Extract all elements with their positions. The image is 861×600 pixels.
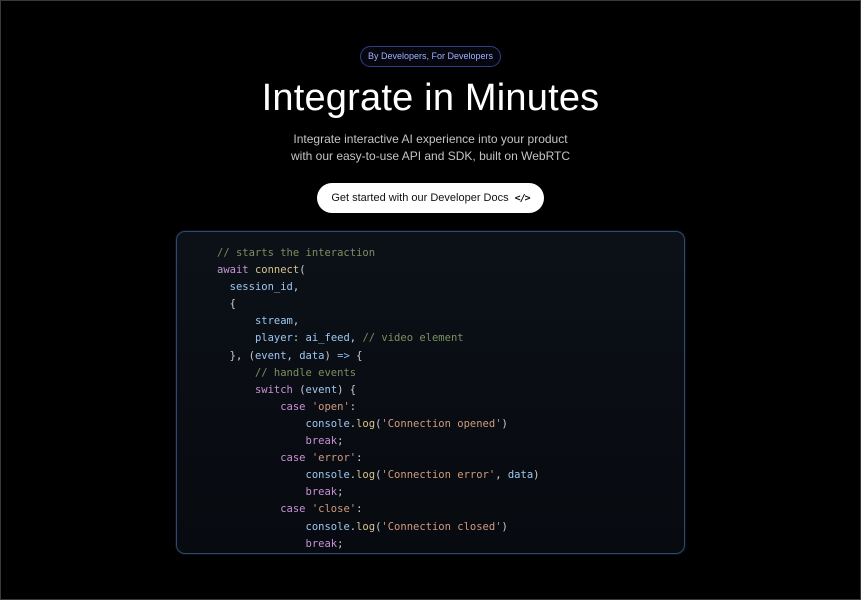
code-token-punc: }, ( bbox=[217, 349, 255, 362]
code-token-comment: // starts the interaction bbox=[217, 247, 376, 259]
code-token-fn: log bbox=[356, 520, 376, 533]
code-line: break; bbox=[217, 484, 539, 501]
code-token-var: data bbox=[299, 349, 325, 362]
code-token-var: ai_feed bbox=[305, 332, 350, 345]
code-token-punc: : bbox=[356, 503, 363, 516]
code-token-keyword: case bbox=[280, 400, 306, 413]
code-token-punc bbox=[217, 435, 306, 447]
code-token-str: 'Connection error' bbox=[381, 469, 496, 482]
code-token-var: console bbox=[305, 469, 350, 482]
developer-docs-button[interactable]: Get started with our Developer Docs </> bbox=[317, 183, 544, 213]
code-line: await connect( bbox=[217, 262, 539, 279]
code-token-str: 'close' bbox=[311, 503, 357, 516]
code-token-var: session_id bbox=[229, 281, 293, 294]
code-token-str: 'Connection opened' bbox=[381, 417, 502, 430]
code-token-punc: : bbox=[349, 400, 357, 413]
code-token-op: => bbox=[337, 349, 350, 362]
code-token-punc: ; bbox=[337, 537, 344, 550]
code-token-punc bbox=[217, 384, 255, 396]
code-token-var: console bbox=[305, 417, 350, 430]
code-token-punc: ; bbox=[337, 435, 344, 448]
code-line: // handle events bbox=[217, 365, 539, 382]
code-token-keyword: await bbox=[217, 264, 255, 277]
subtitle-line-1: Integrate interactive AI experience into… bbox=[293, 132, 568, 146]
code-token-fn: log bbox=[356, 469, 376, 482]
code-token-punc bbox=[217, 367, 255, 379]
code-token-var: console bbox=[305, 520, 350, 533]
code-line: break; bbox=[217, 536, 539, 553]
code-token-var: stream bbox=[254, 315, 293, 328]
code-token-punc: , bbox=[495, 469, 508, 482]
code-line: break; bbox=[217, 433, 539, 450]
code-token-keyword: switch bbox=[254, 383, 293, 396]
code-token-punc: , bbox=[292, 315, 300, 328]
code-token-str: 'open' bbox=[311, 400, 350, 413]
code-token-punc: ( bbox=[299, 264, 306, 277]
developer-docs-label: Get started with our Developer Docs bbox=[331, 192, 509, 204]
code-token-var: data bbox=[507, 469, 534, 482]
code-token-punc bbox=[217, 401, 280, 413]
code-line: console.log('Connection opened') bbox=[217, 416, 539, 433]
code-icon: </> bbox=[514, 192, 531, 204]
code-token-punc: ; bbox=[337, 486, 344, 499]
code-token-punc: { bbox=[217, 298, 236, 311]
code-token-punc bbox=[217, 315, 255, 327]
code-token-punc: ) bbox=[533, 469, 540, 482]
code-token-punc bbox=[217, 469, 306, 481]
code-token-punc bbox=[217, 538, 306, 550]
code-token-punc bbox=[217, 521, 306, 533]
code-line: player: ai_feed, // video element bbox=[217, 330, 539, 347]
code-token-str: 'error' bbox=[311, 452, 357, 465]
code-token-punc: , bbox=[292, 281, 300, 294]
code-line: stream, bbox=[217, 313, 539, 330]
code-token-punc: : bbox=[292, 332, 306, 345]
code-line: console.log('Connection error', data) bbox=[217, 467, 540, 484]
code-token-keyword: case bbox=[280, 503, 306, 516]
code-line: }, (event, data) => { bbox=[217, 348, 539, 365]
subtitle-line-2: with our easy-to-use API and SDK, built … bbox=[290, 149, 571, 163]
code-line: // starts the interaction bbox=[217, 245, 539, 262]
code-token-punc bbox=[217, 418, 306, 430]
code-token-punc: { bbox=[349, 349, 363, 362]
code-token-keyword: break bbox=[305, 435, 338, 448]
code-token-var: player bbox=[254, 332, 293, 345]
code-token-keyword: break bbox=[305, 486, 338, 499]
code-token-punc: ) bbox=[324, 349, 338, 362]
code-token-punc bbox=[217, 332, 255, 344]
page-title: Integrate in Minutes bbox=[261, 77, 600, 119]
code-token-comment: // video element bbox=[362, 332, 464, 345]
code-line: case 'close': bbox=[217, 501, 539, 518]
code-token-punc bbox=[217, 503, 280, 515]
hero-subtitle: Integrate interactive AI experience into… bbox=[291, 131, 570, 165]
code-line: case 'open': bbox=[217, 399, 539, 416]
hero-section: By Developers, For Developers Integrate … bbox=[0, 0, 861, 213]
code-line: session_id, bbox=[217, 279, 539, 296]
code-token-punc bbox=[217, 452, 280, 464]
tagline-badge: By Developers, For Developers bbox=[359, 46, 502, 67]
code-token-punc: , bbox=[286, 349, 300, 362]
code-token-fn: log bbox=[356, 417, 376, 430]
code-line: console.log('Connection closed') bbox=[217, 519, 539, 536]
code-token-str: 'Connection closed' bbox=[381, 520, 502, 533]
code-token-punc: ) bbox=[501, 417, 508, 430]
code-token-punc: : bbox=[356, 452, 363, 465]
code-token-var: event bbox=[305, 383, 338, 396]
code-token-comment: // handle events bbox=[254, 366, 357, 379]
code-token-punc: ) bbox=[501, 520, 508, 533]
code-token-punc bbox=[217, 281, 230, 293]
code-line: case 'error': bbox=[217, 450, 539, 467]
code-line: switch (event) { bbox=[217, 382, 539, 399]
code-block: // starts the interaction await connect( … bbox=[217, 245, 539, 553]
code-token-keyword: case bbox=[280, 452, 306, 465]
code-token-punc: ( bbox=[292, 383, 306, 396]
code-token-punc: , bbox=[349, 332, 363, 345]
code-token-punc: ) { bbox=[337, 383, 357, 396]
code-token-var: event bbox=[254, 349, 287, 362]
code-line: { bbox=[217, 296, 539, 313]
code-token-fn: connect bbox=[254, 264, 300, 277]
code-token-keyword: break bbox=[305, 537, 338, 550]
code-snippet-panel: // starts the interaction await connect( … bbox=[176, 231, 685, 554]
code-token-punc bbox=[217, 486, 306, 498]
